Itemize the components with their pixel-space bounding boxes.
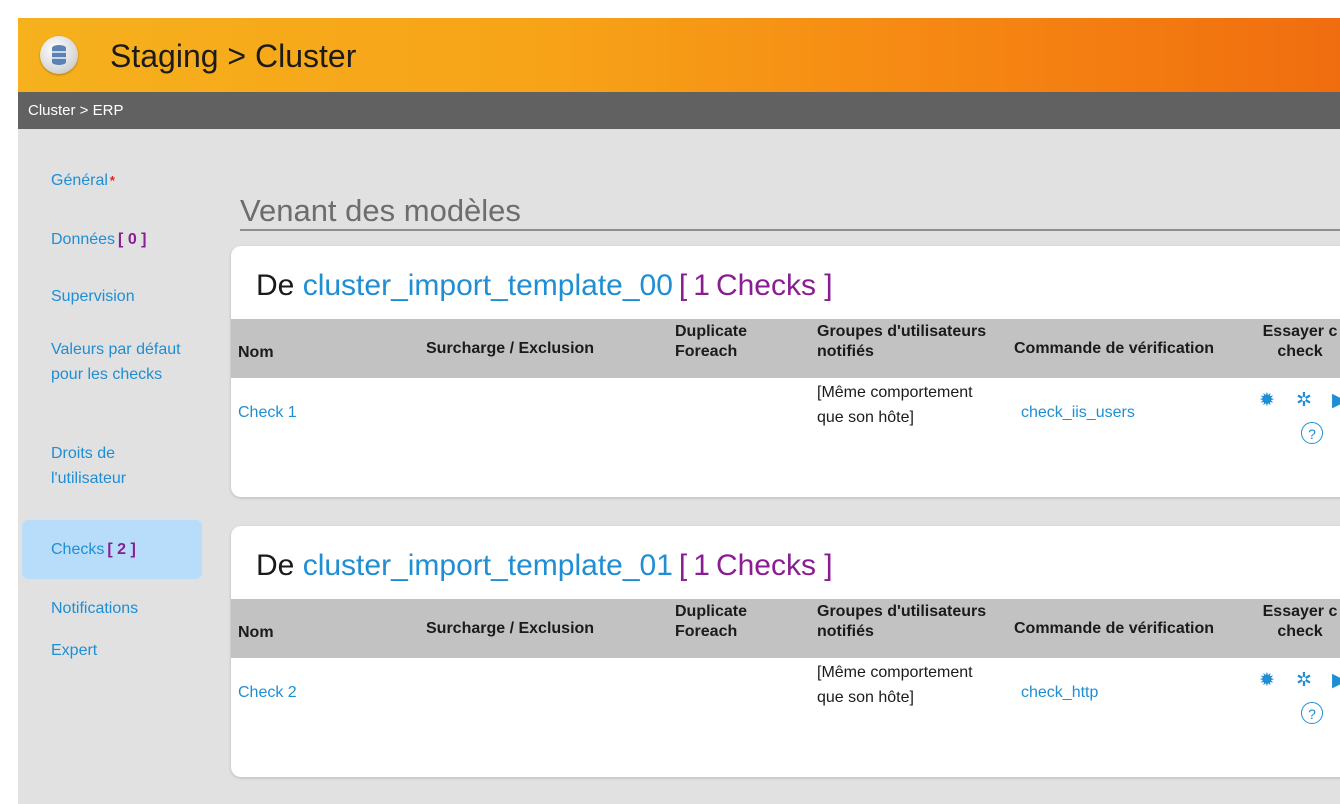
column-header-override: Surcharge / Exclusion bbox=[426, 620, 595, 637]
help-icon[interactable]: ? bbox=[1301, 422, 1323, 444]
heading-prefix: De bbox=[256, 549, 295, 582]
sidebar-item-general[interactable]: Général * bbox=[22, 168, 202, 193]
column-header-duplicate: Duplicate Foreach bbox=[675, 323, 748, 360]
play-icon[interactable]: ▶ bbox=[1332, 391, 1340, 411]
column-header-command: Commande de vérification bbox=[1014, 620, 1215, 637]
required-mark: * bbox=[109, 173, 115, 188]
sidebar-item-label: Valeurs par défaut pour les checks bbox=[51, 341, 181, 383]
app-frame: Staging > Cluster Cluster > ERP Général *… bbox=[18, 18, 1340, 804]
refresh-gear-icon[interactable]: ✲ bbox=[1296, 671, 1312, 691]
sidebar-item-notifications[interactable]: Notifications bbox=[22, 596, 202, 621]
template-link[interactable]: cluster_import_template_00 bbox=[303, 269, 673, 302]
sidebar-item-supervision[interactable]: Supervision bbox=[22, 284, 202, 309]
count-bracket: [ bbox=[678, 549, 688, 582]
sidebar-item-user-rights[interactable]: Droits de l'utilisateur bbox=[22, 441, 172, 491]
column-header-command: Commande de vérification bbox=[1014, 340, 1215, 357]
gear-icon[interactable]: ✹ bbox=[1259, 671, 1275, 691]
sidebar-item-label: Droits de l'utilisateur bbox=[51, 445, 127, 487]
column-header-try-check: Essayer c check bbox=[1262, 323, 1338, 360]
template-card: De cluster_import_template_00[1 Checks ] … bbox=[231, 246, 1340, 497]
check-count: 1 bbox=[693, 549, 710, 582]
notified-groups-cell: [Même comportement que son hôte] bbox=[817, 384, 973, 426]
count-bracket: [ bbox=[678, 269, 688, 302]
help-icon[interactable]: ? bbox=[1301, 702, 1323, 724]
gear-icon[interactable]: ✹ bbox=[1259, 391, 1275, 411]
sidebar-item-label: Général bbox=[51, 172, 108, 189]
column-header-groups: Groupes d'utilisateurs notifiés bbox=[817, 323, 987, 360]
heading-prefix: De bbox=[256, 269, 295, 302]
column-header-groups: Groupes d'utilisateurs notifiés bbox=[817, 603, 987, 640]
table-header: Nom Surcharge / Exclusion Duplicate Fore… bbox=[231, 599, 1340, 658]
table-header: Nom Surcharge / Exclusion Duplicate Fore… bbox=[231, 319, 1340, 378]
column-header-override: Surcharge / Exclusion bbox=[426, 340, 595, 357]
count-label: Checks ] bbox=[715, 269, 833, 302]
template-card: De cluster_import_template_01[1 Checks ] … bbox=[231, 526, 1340, 777]
sidebar-item-expert[interactable]: Expert bbox=[22, 638, 202, 663]
column-header-duplicate: Duplicate Foreach bbox=[675, 603, 748, 640]
template-card-heading: De cluster_import_template_01[1 Checks ] bbox=[256, 546, 833, 586]
sidebar-item-count: [ 0 ] bbox=[118, 231, 147, 248]
play-icon[interactable]: ▶ bbox=[1332, 671, 1340, 691]
check-command-link[interactable]: check_iis_users bbox=[1021, 400, 1135, 425]
database-icon bbox=[40, 36, 78, 74]
section-divider bbox=[240, 229, 1340, 231]
column-header-name: Nom bbox=[238, 624, 274, 641]
template-card-heading: De cluster_import_template_00[1 Checks ] bbox=[256, 266, 833, 306]
check-name-link[interactable]: Check 1 bbox=[238, 400, 297, 425]
template-link[interactable]: cluster_import_template_01 bbox=[303, 549, 673, 582]
breadcrumb: Cluster > ERP bbox=[28, 102, 124, 119]
sidebar-item-label: Checks bbox=[51, 541, 105, 558]
title-bar: Staging > Cluster bbox=[18, 18, 1340, 92]
column-header-try-check: Essayer c check bbox=[1262, 603, 1338, 640]
sidebar-item-label: Données bbox=[51, 231, 116, 248]
sidebar-item-checks[interactable]: Checks[ 2 ] bbox=[22, 520, 202, 579]
sidebar-item-label: Expert bbox=[51, 642, 98, 659]
column-header-name: Nom bbox=[238, 344, 274, 361]
count-label: Checks ] bbox=[715, 549, 833, 582]
sidebar-item-count: [ 2 ] bbox=[107, 541, 136, 558]
sidebar-item-label: Notifications bbox=[51, 600, 139, 617]
check-name-link[interactable]: Check 2 bbox=[238, 680, 297, 705]
check-count: 1 bbox=[693, 269, 710, 302]
refresh-gear-icon[interactable]: ✲ bbox=[1296, 391, 1312, 411]
check-command-link[interactable]: check_http bbox=[1021, 680, 1098, 705]
breadcrumb-bar: Cluster > ERP bbox=[18, 92, 1340, 129]
notified-groups-cell: [Même comportement que son hôte] bbox=[817, 664, 973, 706]
section-title: Venant des modèles bbox=[240, 193, 521, 228]
sidebar-item-donnees[interactable]: Données[ 0 ] bbox=[22, 227, 202, 252]
sidebar-item-label: Supervision bbox=[51, 288, 135, 305]
sidebar: Général * Données[ 0 ] Supervision Valeur… bbox=[18, 129, 218, 804]
sidebar-item-default-values[interactable]: Valeurs par défaut pour les checks bbox=[22, 337, 192, 387]
page-title: Staging > Cluster bbox=[110, 38, 357, 74]
